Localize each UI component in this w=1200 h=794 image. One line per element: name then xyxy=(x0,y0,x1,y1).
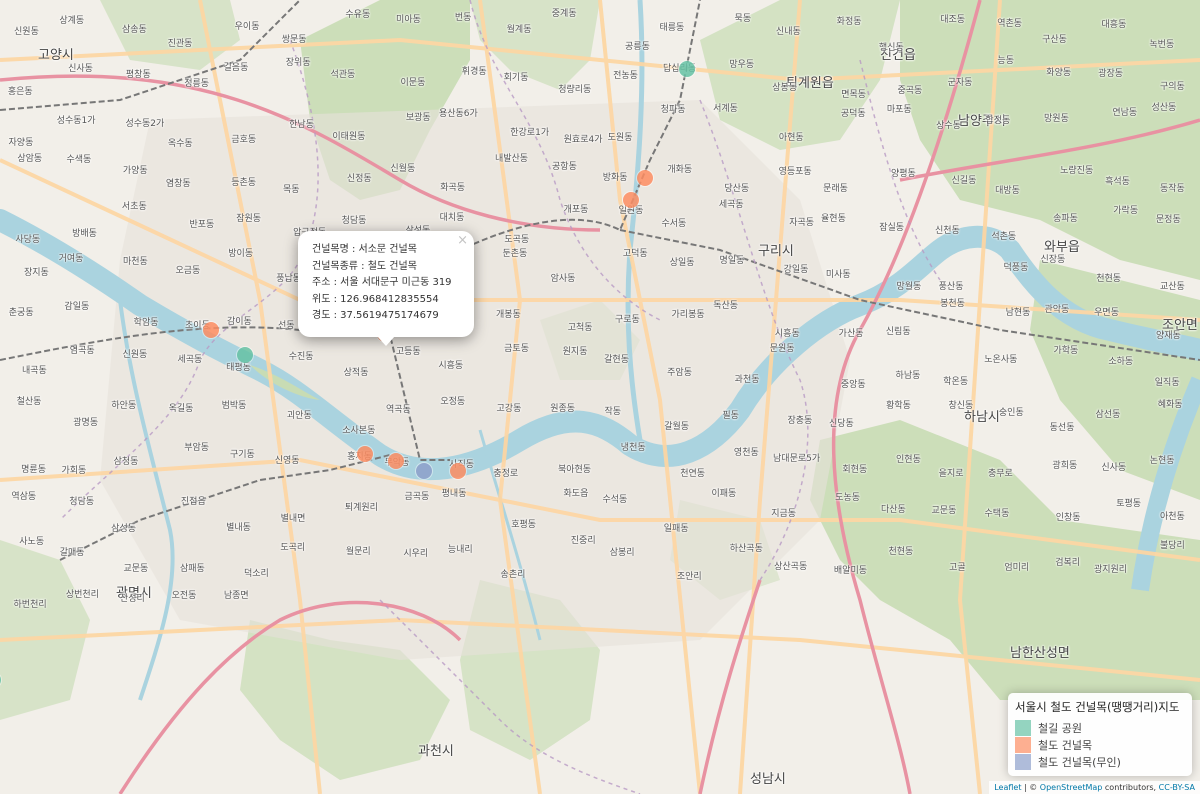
attribution-separator: | © xyxy=(1021,783,1040,792)
leaflet-link[interactable]: Leaflet xyxy=(994,783,1021,792)
urban-areas xyxy=(100,100,850,660)
legend-label-park: 철길 공원 xyxy=(1038,721,1082,735)
license-link[interactable]: CC-BY-SA xyxy=(1159,783,1195,792)
legend-item-unmanned: 철도 건널목(무인) xyxy=(1015,753,1185,770)
marker-crossing[interactable] xyxy=(203,322,220,339)
basemap[interactable] xyxy=(0,0,1200,794)
map-legend: 서울시 철도 건널목(땡땡거리)지도 철길 공원 철도 건널목 철도 건널목(무… xyxy=(1008,693,1192,776)
marker-crossing[interactable] xyxy=(449,463,466,480)
popup-tip xyxy=(377,335,395,346)
popup-row-type: 건널목종류 : 철도 건널목 xyxy=(312,260,417,272)
marker-park[interactable] xyxy=(679,61,696,78)
info-popup: × 건널목명 : 서소문 건널목 건널목종류 : 철도 건널목 주소 : 서울 … xyxy=(298,231,474,346)
legend-label-crossing: 철도 건널목 xyxy=(1038,738,1093,752)
marker-park[interactable] xyxy=(236,346,253,363)
attribution-contributors: contributors, xyxy=(1102,783,1159,792)
map-container[interactable]: 고양시 진건읍 퇴계원읍 남양주시 구리시 와부읍 조안면 하남시 광명시 과천시 성남시 남한산성면… xyxy=(0,0,1200,794)
osm-link[interactable]: OpenStreetMap xyxy=(1040,783,1103,792)
marker-unmanned[interactable] xyxy=(416,463,433,480)
legend-swatch-unmanned xyxy=(1015,753,1031,770)
legend-swatch-crossing xyxy=(1015,736,1031,753)
marker-crossing[interactable] xyxy=(388,452,405,469)
legend-title: 서울시 철도 건널목(땡땡거리)지도 xyxy=(1015,700,1180,714)
legend-label-unmanned: 철도 건널목(무인) xyxy=(1038,755,1121,769)
map-attribution: Leaflet | © OpenStreetMap contributors, … xyxy=(989,781,1200,794)
marker-crossing[interactable] xyxy=(637,170,654,187)
popup-row-latitude: 위도 : 126.968412835554 xyxy=(312,293,439,305)
popup-row-name: 건널목명 : 서소문 건널목 xyxy=(312,244,417,255)
popup-row-address: 주소 : 서울 서대문구 미근동 319 xyxy=(312,277,452,288)
popup-row-longitude: 경도 : 37.5619475174679 xyxy=(312,310,439,321)
legend-item-crossing: 철도 건널목 xyxy=(1015,736,1185,753)
legend-item-park: 철길 공원 xyxy=(1015,719,1185,736)
marker-crossing[interactable] xyxy=(357,445,374,462)
popup-close-button[interactable]: × xyxy=(457,234,468,247)
legend-swatch-park xyxy=(1015,719,1031,736)
marker-crossing[interactable] xyxy=(623,191,640,208)
